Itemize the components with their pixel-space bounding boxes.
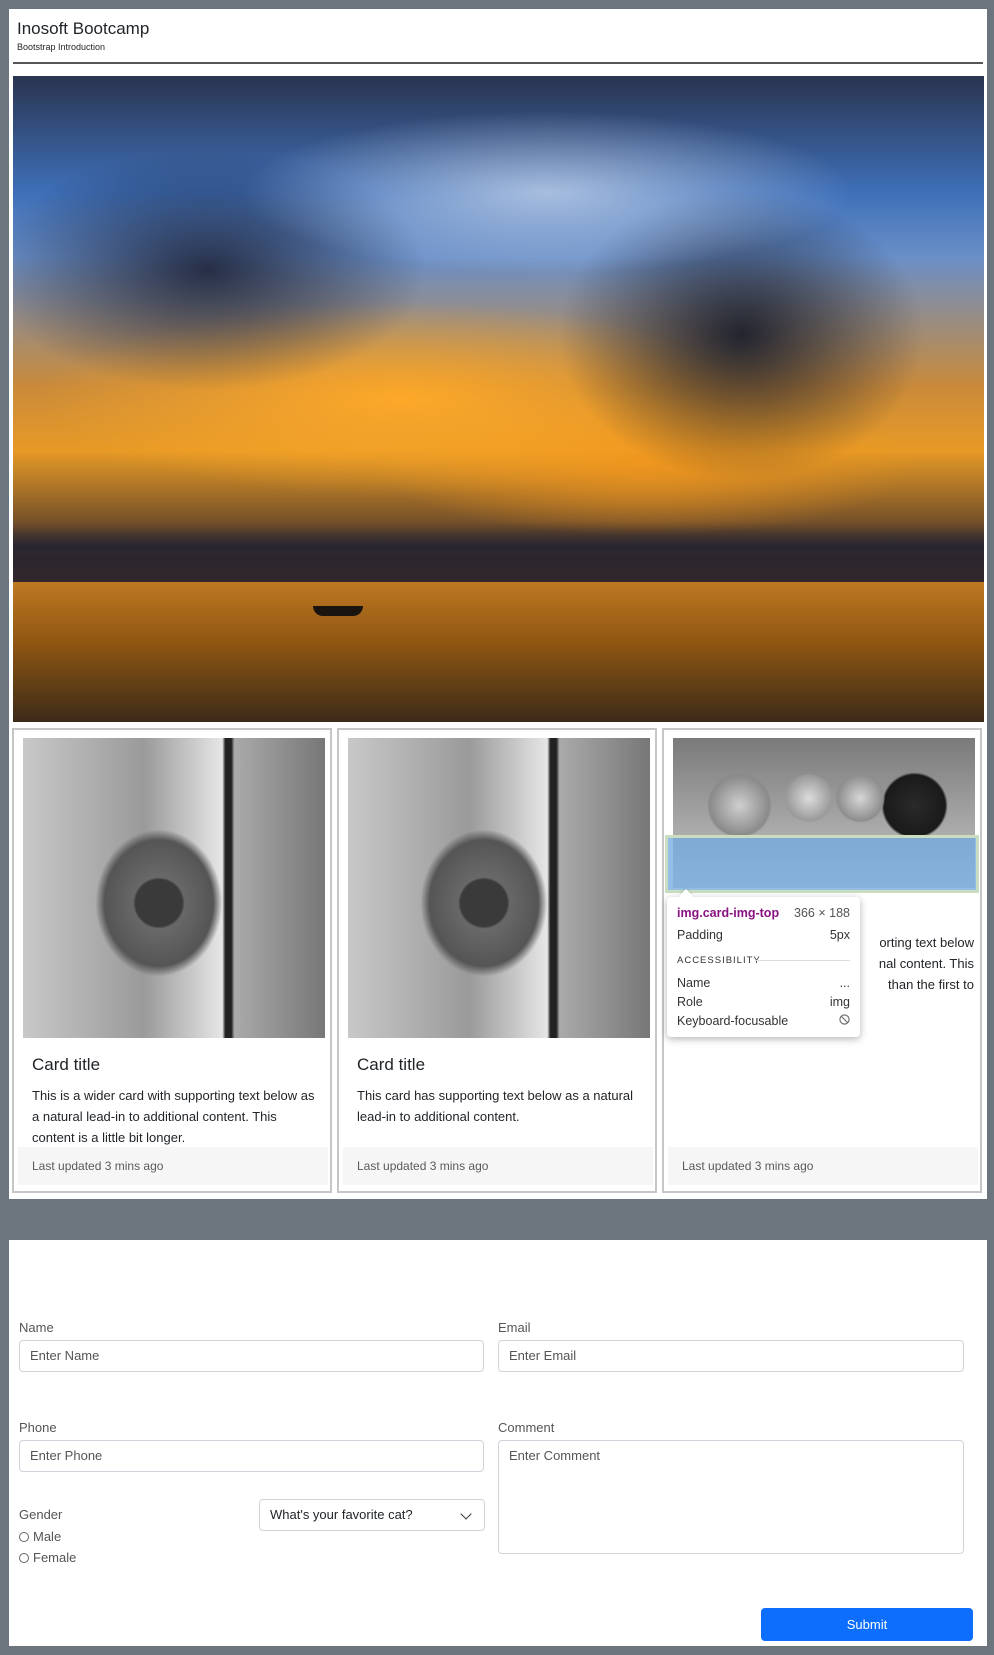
page-title: Inosoft Bootcamp	[17, 19, 150, 38]
header-divider	[13, 62, 983, 64]
email-label: Email	[498, 1320, 531, 1335]
card-1-title: Card title	[32, 1055, 101, 1074]
card-1-kitten-image	[23, 738, 325, 1038]
email-input[interactable]: Enter Email	[498, 1340, 964, 1372]
card-2: Card title This card has supporting text…	[337, 728, 657, 1193]
tooltip-role-value: img	[829, 995, 850, 1009]
card-1: Card title This is a wider card with sup…	[12, 728, 332, 1193]
page-subtitle: Bootstrap Introduction	[17, 42, 106, 52]
comment-label: Comment	[498, 1420, 555, 1435]
tooltip-name-label: Name	[677, 976, 711, 990]
tooltip-section-heading: ACCESSIBILITY	[677, 955, 761, 966]
card-2-text: This card has supporting text below as a…	[357, 1088, 634, 1124]
tooltip-padding-label: Padding	[677, 928, 723, 942]
tooltip-divider	[755, 960, 850, 961]
phone-input[interactable]: Enter Phone	[19, 1440, 484, 1472]
hero-mountains	[13, 522, 984, 582]
tooltip-role-label: Role	[677, 995, 703, 1009]
tooltip-padding-value: 5px	[829, 928, 850, 942]
radio-male[interactable]	[19, 1531, 29, 1542]
gender-male-option[interactable]: Male	[19, 1529, 61, 1544]
tooltip-focusable-label: Keyboard-focusable	[677, 1014, 789, 1028]
card-1-text: This is a wider card with supporting tex…	[32, 1088, 315, 1145]
tooltip-name-value: ...	[839, 976, 850, 990]
gender-label: Gender	[19, 1507, 63, 1522]
not-allowed-icon	[839, 1014, 850, 1025]
page-header: Inosoft Bootcamp Bootstrap Introduction	[17, 19, 987, 52]
card-2-kitten-image	[348, 738, 650, 1038]
hero-sunset-image	[13, 76, 984, 722]
inspector-highlight-overlay	[665, 835, 979, 893]
phone-label: Phone	[19, 1420, 57, 1435]
radio-female[interactable]	[19, 1552, 29, 1563]
submit-button[interactable]: Submit	[761, 1608, 973, 1641]
favorite-cat-select-value: What's your favorite cat?	[270, 1507, 413, 1522]
card-2-title: Card title	[357, 1055, 426, 1074]
card-3-text-partial: orting text below nal content. This than…	[878, 935, 974, 992]
tooltip-dimensions: 366 × 188	[794, 906, 850, 920]
card-1-footer: Last updated 3 mins ago	[18, 1147, 328, 1185]
devtools-inspector-tooltip: img.card-img-top 366 × 188 Padding 5px A…	[667, 897, 860, 1037]
gender-female-option[interactable]: Female	[19, 1550, 76, 1565]
card-2-footer: Last updated 3 mins ago	[343, 1147, 653, 1185]
gender-female-label: Female	[33, 1550, 77, 1565]
tooltip-selector: img.card-img-top	[677, 906, 780, 920]
name-input[interactable]: Enter Name	[19, 1340, 484, 1372]
form-panel: Name Enter Name Email Enter Email Phone …	[9, 1240, 987, 1646]
hero-boat	[313, 606, 363, 616]
favorite-cat-select[interactable]: What's your favorite cat?	[259, 1499, 485, 1531]
card-3-footer: Last updated 3 mins ago	[668, 1147, 978, 1185]
comment-textarea[interactable]: Enter Comment	[498, 1440, 964, 1554]
gender-male-label: Male	[33, 1529, 62, 1544]
chevron-down-icon	[460, 1508, 472, 1520]
name-label: Name	[19, 1320, 54, 1335]
